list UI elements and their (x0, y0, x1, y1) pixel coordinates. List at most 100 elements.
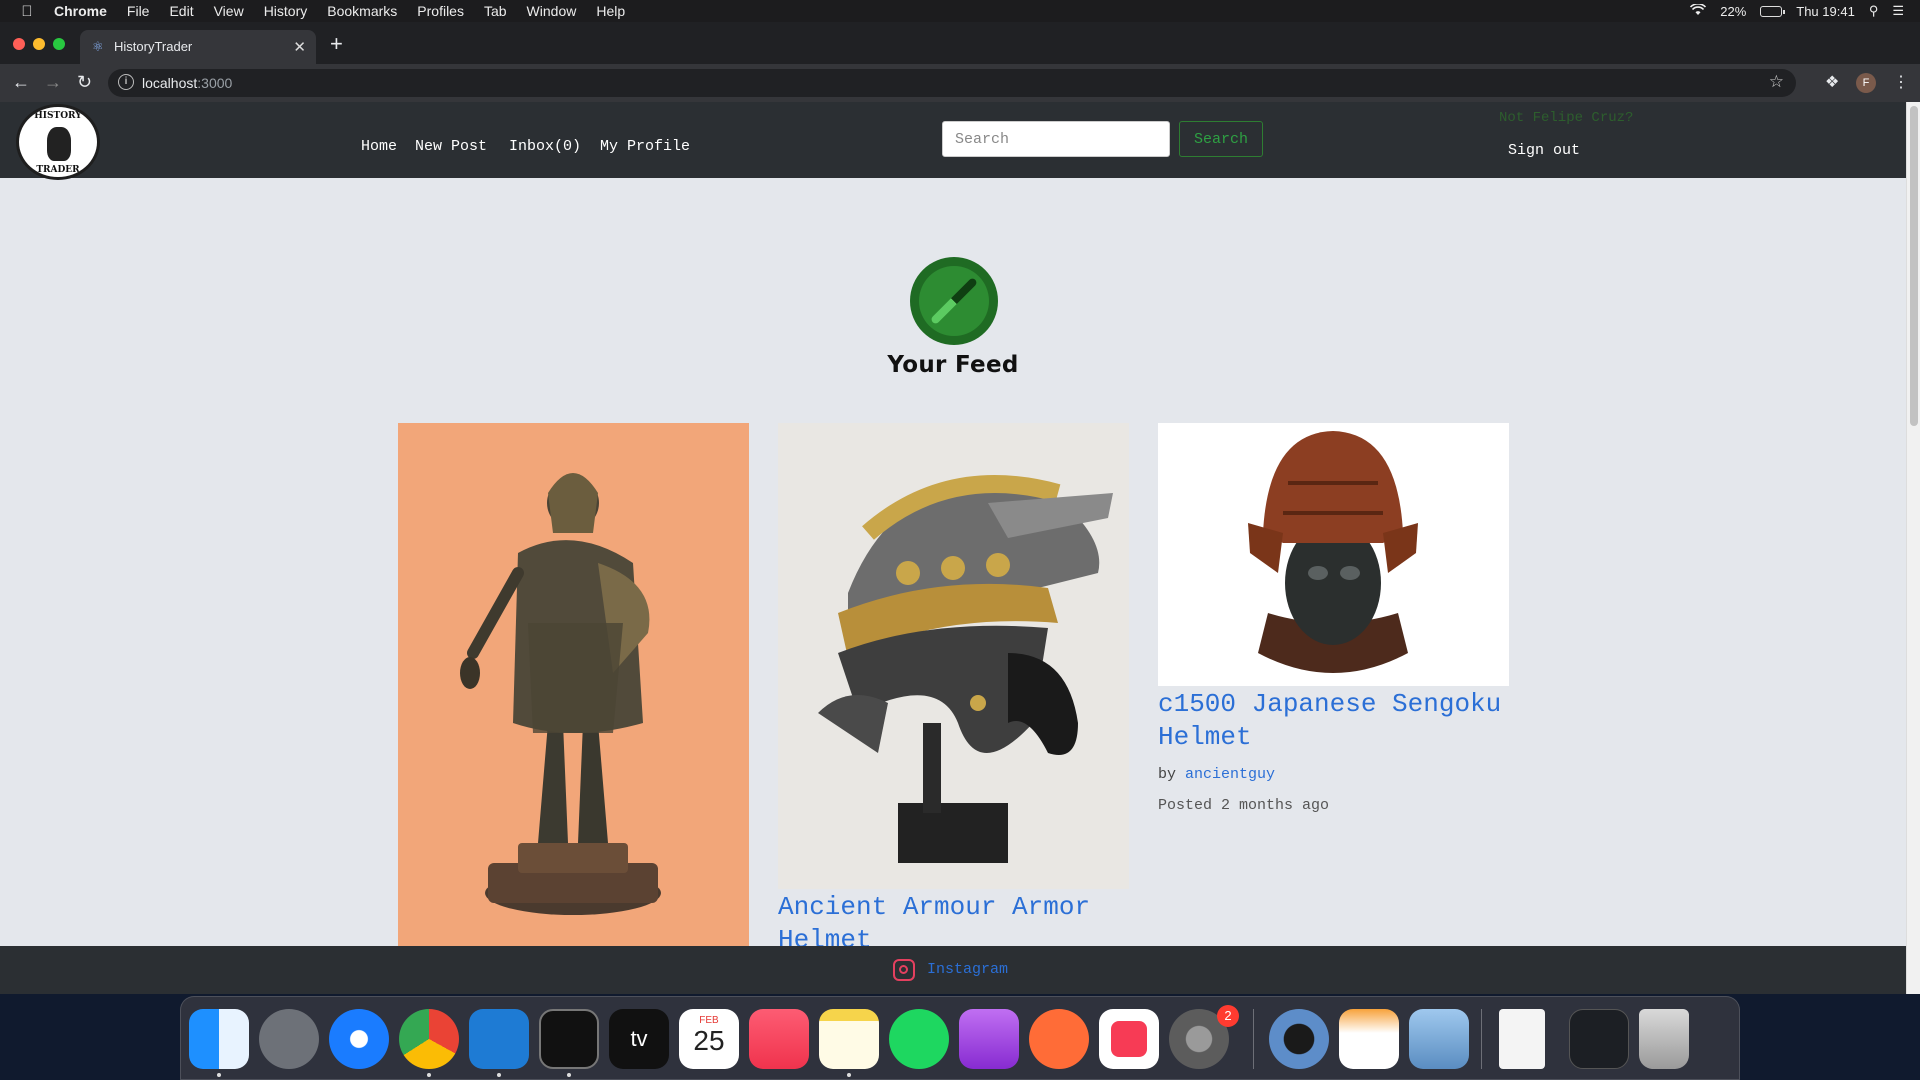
running-indicator (497, 1073, 501, 1077)
site-footer: Instagram (0, 946, 1906, 994)
history-trader-logo[interactable]: HISTORY TRADER (16, 104, 100, 180)
tab-title: HistoryTrader (114, 39, 193, 54)
vscode-icon[interactable] (469, 1009, 529, 1069)
appletv-icon[interactable]: tv (609, 1009, 669, 1069)
by-label: by (1158, 766, 1177, 783)
trash-icon[interactable] (1639, 1009, 1689, 1069)
podcasts-icon[interactable] (959, 1009, 1019, 1069)
reload-icon[interactable]: ↻ (77, 71, 92, 93)
extensions-puzzle-icon[interactable]: ❖ (1825, 72, 1839, 92)
profile-avatar[interactable]: F (1856, 73, 1876, 93)
sign-out-link[interactable]: Sign out (1508, 142, 1580, 159)
running-indicator (567, 1073, 571, 1077)
document-icon[interactable] (1499, 1009, 1545, 1069)
post-author-line: by ancientguy (1158, 766, 1509, 783)
dock-separator (1253, 1009, 1254, 1069)
post-card (398, 423, 749, 948)
post-image-bronze-statue[interactable] (398, 423, 749, 948)
instagram-icon[interactable] (893, 959, 915, 981)
window-close-button[interactable] (13, 38, 25, 50)
quicktime-icon[interactable] (1269, 1009, 1329, 1069)
menu-view[interactable]: View (214, 3, 244, 19)
music-icon[interactable] (749, 1009, 809, 1069)
instagram-link[interactable]: Instagram (927, 961, 1008, 978)
menu-help[interactable]: Help (596, 3, 625, 19)
nav-new-post[interactable]: New Post (415, 138, 487, 155)
chrome-menu-icon[interactable]: ⋮ (1893, 72, 1909, 92)
preview-icon[interactable] (1409, 1009, 1469, 1069)
nav-my-profile[interactable]: My Profile (600, 138, 690, 155)
macos-menu-bar:  Chrome File Edit View History Bookmark… (0, 0, 1920, 22)
post-card: c1500 Japanese Sengoku Helmet by ancient… (1158, 423, 1509, 814)
nav-inbox[interactable]: Inbox(0) (509, 138, 581, 155)
postman-icon[interactable] (1029, 1009, 1089, 1069)
window-zoom-button[interactable] (53, 38, 65, 50)
terminal-icon[interactable] (539, 1009, 599, 1069)
site-info-icon[interactable]: i (118, 74, 134, 90)
menu-file[interactable]: File (127, 3, 150, 19)
new-tab-button[interactable]: + (330, 33, 343, 55)
menu-bar-status: 22% Thu 19:41 ⚲ ☰ (1690, 0, 1904, 22)
battery-icon[interactable] (1760, 5, 1786, 17)
logo-text-bottom: TRADER (36, 165, 80, 175)
apple-icon[interactable]:  (0, 3, 54, 20)
spotify-icon[interactable] (889, 1009, 949, 1069)
control-center-icon[interactable]: ☰ (1892, 3, 1904, 19)
page-title: Your Feed (887, 352, 1019, 378)
menu-history[interactable]: History (264, 3, 308, 19)
browser-toolbar: ← → ↻ i localhost:3000 ☆ ❖ F ⋮ (0, 64, 1920, 102)
running-indicator (217, 1073, 221, 1077)
menu-chrome[interactable]: Chrome (54, 3, 107, 19)
post-image-samurai-helmet[interactable] (1158, 423, 1509, 686)
news-icon[interactable] (1099, 1009, 1159, 1069)
safari-icon[interactable] (329, 1009, 389, 1069)
running-indicator (427, 1073, 431, 1077)
menu-tab[interactable]: Tab (484, 3, 507, 19)
post-timestamp: Posted 2 months ago (1158, 797, 1330, 814)
site-header: HISTORY TRADER Home New Post Inbox(0) My… (0, 102, 1906, 180)
clock[interactable]: Thu 19:41 (1796, 4, 1855, 19)
launchpad-icon[interactable] (259, 1009, 319, 1069)
post-image-roman-helmet[interactable] (778, 423, 1129, 889)
nav-home[interactable]: Home (361, 138, 397, 155)
not-user-link[interactable]: Not Felipe Cruz? (1499, 110, 1633, 126)
menu-profiles[interactable]: Profiles (417, 3, 464, 19)
post-author-link[interactable]: ancientguy (1185, 766, 1275, 783)
address-bar[interactable]: i localhost:3000 ☆ (108, 69, 1796, 97)
window-minimize-button[interactable] (33, 38, 45, 50)
finder-icon[interactable] (189, 1009, 249, 1069)
battery-percent: 22% (1720, 3, 1747, 19)
logo-figure-icon (47, 127, 71, 161)
logo-text-top: HISTORY (34, 111, 82, 121)
calendar-icon[interactable]: FEB 25 (679, 1009, 739, 1069)
notification-badge: 2 (1217, 1005, 1239, 1027)
tab-close-icon[interactable]: ✕ (293, 38, 306, 56)
calendar-day: 25 (693, 1025, 725, 1056)
running-indicator (847, 1073, 851, 1077)
menu-bookmarks[interactable]: Bookmarks (327, 3, 397, 19)
notes-icon[interactable] (819, 1009, 879, 1069)
screen-icon[interactable] (1569, 1009, 1629, 1069)
back-arrow-icon[interactable]: ← (12, 71, 30, 93)
react-favicon-icon: ⚛ (92, 39, 104, 54)
menu-edit[interactable]: Edit (169, 3, 193, 19)
post-title-link[interactable]: c1500 Japanese Sengoku Helmet (1158, 688, 1509, 754)
search-input[interactable] (942, 121, 1170, 157)
chrome-icon[interactable] (399, 1009, 459, 1069)
search-button[interactable]: Search (1179, 121, 1263, 157)
macos-dock: tv FEB 25 2 (180, 996, 1740, 1080)
spotlight-search-icon[interactable]: ⚲ (1869, 3, 1879, 19)
forward-arrow-icon[interactable]: → (44, 71, 62, 93)
pages-icon[interactable] (1339, 1009, 1399, 1069)
menu-window[interactable]: Window (527, 3, 577, 19)
compass-icon (910, 257, 998, 345)
dock-separator (1481, 1009, 1482, 1069)
scrollbar-thumb[interactable] (1910, 106, 1918, 426)
bookmark-star-icon[interactable]: ☆ (1769, 72, 1784, 92)
url-text[interactable]: localhost:3000 (142, 75, 232, 91)
browser-tab-strip: ⚛ HistoryTrader ✕ + (0, 22, 1920, 64)
browser-tab[interactable]: ⚛ HistoryTrader ✕ (80, 30, 316, 64)
post-card: Ancient Armour Armor Helmet (778, 423, 1129, 957)
page-scrollbar[interactable] (1906, 102, 1920, 994)
wifi-icon[interactable] (1690, 2, 1707, 19)
